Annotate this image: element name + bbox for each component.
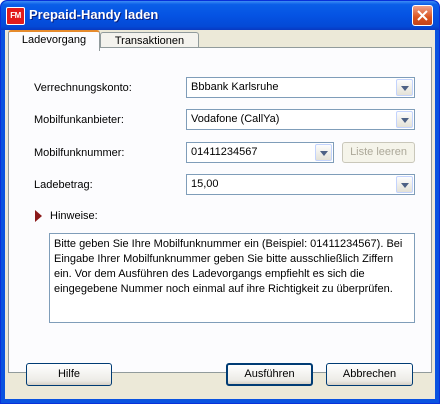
dialog-client-area: Ladevorgang Transaktionen Verrechnungsko… (5, 30, 435, 399)
mobilfunkanbieter-select[interactable]: Vodafone (CallYa) (186, 109, 415, 130)
tab-panel: Verrechnungskonto: Bbbank Karlsruhe Mobi… (8, 47, 432, 373)
hinweise-label: Hinweise: (50, 210, 98, 222)
dialog-window: FM Prepaid-Handy laden Ladevorgang Trans… (0, 0, 440, 404)
verrechnungskonto-value: Bbbank Karlsruhe (191, 81, 279, 93)
cancel-button[interactable]: Abbrechen (326, 363, 413, 386)
mobilfunknummer-value: 01411234567 (191, 146, 258, 158)
mobilfunknummer-label: Mobilfunknummer: (34, 147, 125, 159)
chevron-down-icon[interactable] (315, 144, 332, 161)
close-icon (417, 10, 428, 21)
chevron-down-icon[interactable] (396, 111, 413, 128)
ladebetrag-select[interactable]: 15,00 (186, 174, 415, 195)
close-button[interactable] (412, 5, 433, 26)
verrechnungskonto-select[interactable]: Bbbank Karlsruhe (186, 77, 415, 98)
tab-ladevorgang-label: Ladevorgang (21, 34, 87, 46)
liste-leeren-button[interactable]: Liste leeren (342, 142, 415, 163)
mobilfunknummer-combo[interactable]: 01411234567 (186, 142, 334, 163)
window-title: Prepaid-Handy laden (29, 7, 159, 22)
arrow-right-icon (35, 210, 42, 222)
ladebetrag-label: Ladebetrag: (34, 179, 93, 191)
hinweise-text: Bitte geben Sie Ihre Mobilfunknummer ein… (49, 233, 415, 323)
chevron-down-icon[interactable] (396, 79, 413, 96)
verrechnungskonto-label: Verrechnungskonto: (34, 82, 132, 94)
help-button[interactable]: Hilfe (26, 363, 112, 386)
ladebetrag-value: 15,00 (191, 178, 219, 190)
execute-button[interactable]: Ausführen (226, 363, 313, 386)
mobilfunkanbieter-label: Mobilfunkanbieter: (34, 114, 124, 126)
tab-ladevorgang[interactable]: Ladevorgang (8, 30, 100, 51)
app-icon: FM (6, 7, 25, 25)
title-bar[interactable]: FM Prepaid-Handy laden (1, 1, 439, 30)
tab-transaktionen-label: Transaktionen (114, 35, 185, 47)
mobilfunkanbieter-value: Vodafone (CallYa) (191, 113, 280, 125)
chevron-down-icon[interactable] (396, 176, 413, 193)
